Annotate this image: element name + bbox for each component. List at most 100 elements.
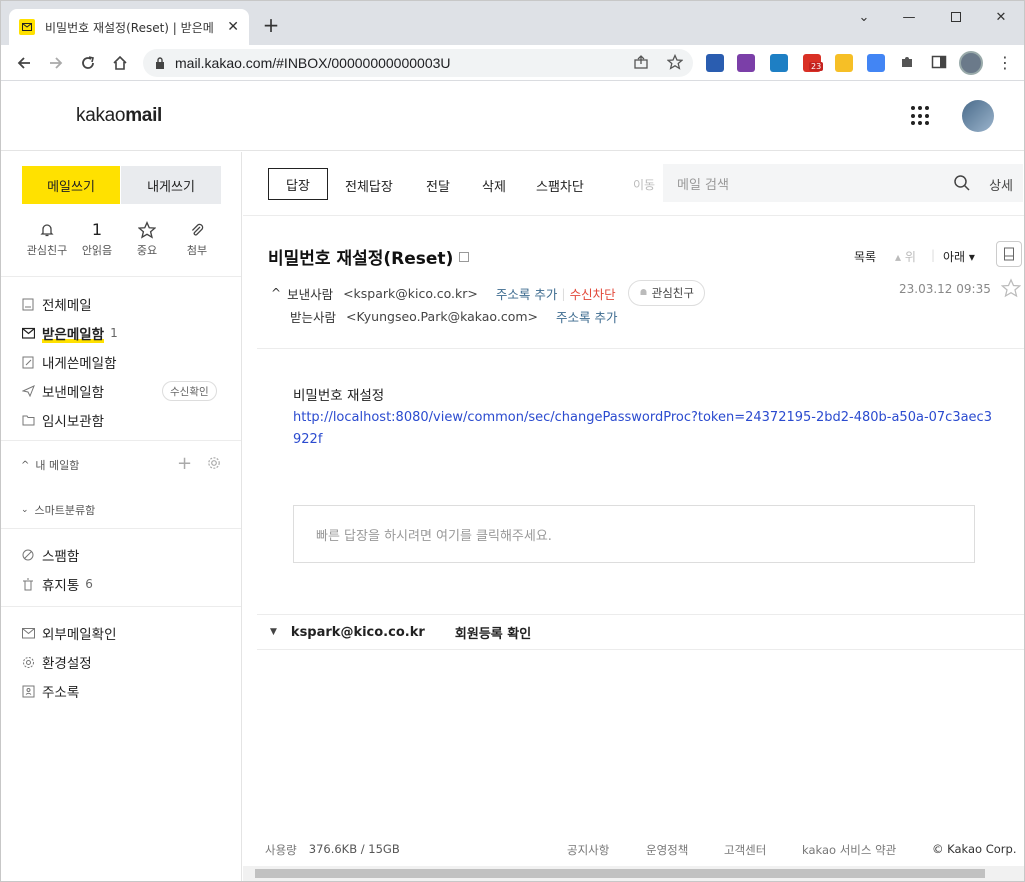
mailbox-trash[interactable]: 휴지통 6 — [21, 573, 93, 595]
mail-search[interactable]: 메일 검색 상세 — [663, 164, 1023, 202]
collapse-header-icon[interactable]: ^ — [271, 286, 281, 300]
mailbox-self-sent-label: 내게쓴메일함 — [42, 356, 117, 372]
share-icon[interactable] — [633, 54, 649, 74]
browser-menu-icon[interactable]: ⋮ — [997, 53, 1013, 72]
mail-action-bar: 답장 전체답장 전달 삭제 스팸차단 이동 메일 검색 상세 — [243, 152, 1024, 216]
next-mail-button[interactable]: 아래 ▾ — [943, 248, 975, 265]
all-mail-icon — [21, 297, 35, 311]
quick-important[interactable]: 중요 — [122, 220, 172, 258]
horizontal-scrollbar[interactable] — [243, 866, 1024, 881]
block-spam-button[interactable]: 스팸차단 — [536, 176, 584, 195]
forward-icon[interactable] — [45, 52, 67, 74]
contacts[interactable]: 주소록 — [21, 680, 79, 702]
quick-attachments[interactable]: 첨부 — [172, 220, 222, 258]
list-button[interactable]: 목록 — [854, 248, 876, 265]
expand-thread-icon[interactable]: ▼ — [270, 627, 277, 637]
home-icon[interactable] — [109, 52, 131, 74]
thread-row[interactable]: ▼ kspark@kico.co.kr 회원등록 확인 — [257, 614, 1024, 650]
minimize-icon[interactable]: — — [894, 7, 924, 27]
add-recipient-contact-button[interactable]: 주소록 추가 — [556, 307, 617, 326]
print-icon[interactable] — [996, 241, 1022, 267]
read-receipt-badge[interactable]: 수신확인 — [162, 381, 217, 401]
add-sender-contact-button[interactable]: 주소록 추가 — [496, 284, 557, 303]
thread-sender: kspark@kico.co.kr — [290, 624, 425, 640]
maximize-icon[interactable] — [941, 7, 971, 27]
smart-mailbox-label: 스마트분류함 — [34, 504, 96, 517]
important-star-icon[interactable] — [1000, 278, 1022, 302]
mailbox-self-sent[interactable]: 내게쓴메일함 — [21, 351, 117, 373]
inbox-count: 1 — [110, 326, 118, 340]
mailbox-all[interactable]: 전체메일 — [21, 293, 92, 315]
gmail-extension-icon[interactable]: 23 — [803, 54, 824, 72]
user-avatar[interactable] — [962, 100, 994, 132]
scrollbar-thumb[interactable] — [255, 869, 985, 878]
app-grid-icon[interactable] — [911, 106, 931, 126]
keep-extension-icon[interactable] — [835, 54, 853, 72]
extensions-puzzle-icon[interactable] — [899, 54, 915, 74]
advanced-search-button[interactable]: 상세 — [989, 175, 1013, 194]
onenote-extension-icon[interactable] — [737, 54, 755, 72]
back-icon[interactable] — [13, 52, 35, 74]
delete-button[interactable]: 삭제 — [482, 176, 506, 195]
terms-link[interactable]: kakao 서비스 약관 — [802, 842, 896, 858]
search-input[interactable]: 메일 검색 — [677, 174, 729, 193]
bookmark-star-icon[interactable] — [666, 53, 684, 74]
quick-reply-box[interactable]: 빠른 답장을 하시려면 여기를 클릭해주세요. — [293, 505, 975, 563]
mailbox-spam[interactable]: 스팸함 — [21, 544, 79, 566]
sidebar-divider — [1, 606, 241, 607]
reload-icon[interactable] — [77, 52, 99, 74]
quick-unread[interactable]: 1 안읽음 — [72, 220, 122, 258]
sidebar-divider — [1, 528, 241, 529]
folder-settings-gear-icon[interactable] — [207, 455, 221, 474]
tab-close-icon[interactable]: ✕ — [227, 19, 239, 35]
side-panel-icon[interactable] — [931, 54, 947, 74]
tab-search-icon[interactable]: ⌄ — [849, 7, 879, 27]
support-link[interactable]: 고객센터 — [724, 842, 766, 858]
mailbox-drafts[interactable]: 임시보관함 — [21, 409, 104, 431]
kakaomail-logo[interactable]: kakaomail — [76, 105, 162, 127]
download-extension-icon[interactable] — [706, 54, 724, 72]
policy-link[interactable]: 운영정책 — [646, 842, 688, 858]
previous-mail-button[interactable]: ▴ 위 — [895, 248, 916, 265]
quick-important-label: 중요 — [136, 244, 158, 257]
close-window-icon[interactable]: ✕ — [986, 7, 1016, 27]
new-tab-icon[interactable]: + — [259, 13, 283, 37]
s-extension-icon[interactable] — [770, 54, 788, 72]
trash-count: 6 — [85, 577, 93, 591]
mailbox-inbox[interactable]: 받은메일함 1 — [21, 322, 118, 344]
external-mail[interactable]: 외부메일확인 — [21, 622, 117, 644]
compose-button[interactable]: 메일쓰기 — [22, 166, 120, 204]
gmail-badge: 23 — [809, 62, 824, 71]
smart-mailbox-toggle[interactable]: ⌄ 스마트분류함 — [21, 502, 95, 518]
sidebar: 메일쓰기 내게쓰기 관심친구 1 안읽음 중요 첨부 전체메일 받은메일함 1 … — [1, 152, 242, 881]
to-address[interactable]: <Kyungseo.Park@kakao.com> — [346, 309, 538, 324]
lock-icon — [155, 54, 165, 73]
quick-vip-friends[interactable]: 관심친구 — [22, 220, 72, 258]
vip-friend-label: 관심친구 — [651, 286, 694, 300]
translate-extension-icon[interactable] — [867, 54, 885, 72]
address-bar[interactable]: mail.kakao.com/#INBOX/00000000000003U — [143, 49, 693, 77]
paper-plane-icon — [21, 384, 35, 398]
vip-friend-button[interactable]: 관심친구 — [627, 280, 705, 306]
search-icon[interactable] — [953, 174, 971, 196]
move-button[interactable]: 이동 — [633, 176, 655, 193]
browser-tab[interactable]: 비밀번호 재설정(Reset) | 받은메 ✕ — [9, 9, 249, 45]
add-folder-icon[interactable]: + — [177, 453, 192, 474]
mailbox-sent[interactable]: 보낸메일함 — [21, 380, 104, 402]
address-book-icon — [21, 684, 35, 698]
copy-icon[interactable] — [459, 252, 470, 262]
my-mailbox-toggle[interactable]: ^ 내 메일함 — [21, 457, 79, 473]
tab-title: 비밀번호 재설정(Reset) | 받은메 — [45, 20, 214, 35]
inbox-icon — [21, 326, 35, 340]
reply-all-button[interactable]: 전체답장 — [345, 176, 393, 195]
notice-link[interactable]: 공지사항 — [567, 842, 609, 858]
profile-avatar[interactable] — [959, 51, 983, 75]
forward-button[interactable]: 전달 — [426, 176, 450, 195]
from-address[interactable]: <kspark@kico.co.kr> — [343, 286, 478, 301]
settings[interactable]: 환경설정 — [21, 651, 92, 673]
password-reset-link[interactable]: http://localhost:8080/view/common/sec/ch… — [293, 407, 993, 451]
self-compose-button[interactable]: 내게쓰기 — [121, 166, 221, 204]
block-sender-button[interactable]: 수신차단 — [570, 284, 616, 303]
mailbox-sent-label: 보낸메일함 — [42, 385, 105, 401]
reply-button[interactable]: 답장 — [268, 168, 328, 200]
